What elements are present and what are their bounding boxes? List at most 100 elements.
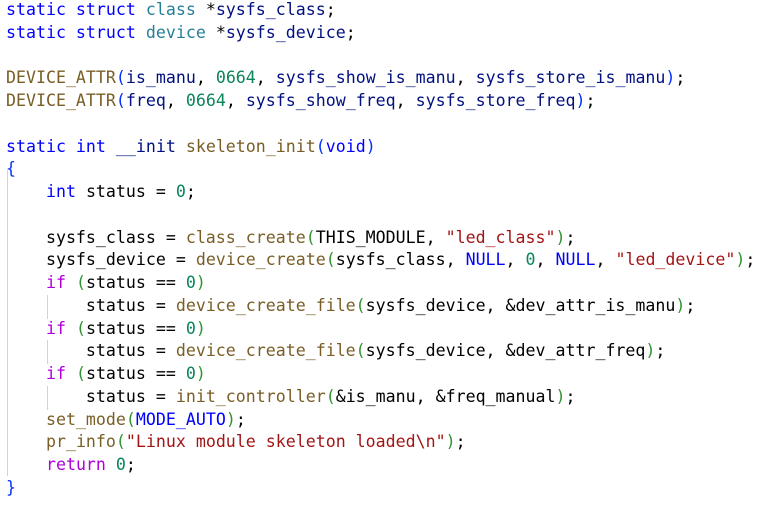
code-token: return <box>45 455 106 474</box>
code-token: device_create_file <box>175 341 356 361</box>
code-token: sysfs_show_freq <box>245 91 396 110</box>
code-token: sysfs_device, &dev_attr_freq <box>365 341 646 361</box>
code-token: ( <box>315 136 326 156</box>
code-token: ) <box>195 318 206 338</box>
code-token: status == <box>85 364 186 383</box>
code-line: status = device_create_file(sysfs_device… <box>6 340 755 363</box>
code-line: static struct device *sysfs_device; <box>6 22 755 45</box>
code-token: DEVICE_ATTR <box>6 68 116 88</box>
code-token: void <box>325 136 366 156</box>
code-token: 0 <box>175 182 186 201</box>
code-token: "Linux module skeleton loaded\n" <box>125 432 446 452</box>
code-line: static int __init skeleton_init(void) <box>6 136 755 159</box>
code-token: ) <box>665 68 676 88</box>
code-token: sysfs_store_freq <box>415 91 576 110</box>
code-token: NULL <box>555 250 596 270</box>
code-token: ) <box>735 250 746 270</box>
code-line: static struct class *sysfs_class; <box>6 0 755 22</box>
code-token: ) <box>645 341 656 361</box>
code-token: ) <box>225 409 236 429</box>
code-token: status = <box>6 341 176 361</box>
code-token: pr_info <box>45 432 116 452</box>
code-token: , <box>255 68 276 88</box>
code-line: } <box>6 477 755 500</box>
code-token: static struct <box>6 22 146 42</box>
code-line: if (status == 0) <box>6 318 755 341</box>
code-line: sysfs_device = device_create(sysfs_class… <box>6 249 755 272</box>
code-token: ) <box>445 432 456 452</box>
code-token: skeleton_init <box>185 136 316 156</box>
code-token: 0664 <box>215 68 256 88</box>
code-token: 0664 <box>185 91 226 110</box>
code-token: device_create_file <box>175 295 356 315</box>
code-token: init_controller <box>175 386 326 406</box>
code-line: DEVICE_ATTR(freq, 0664, sysfs_show_freq,… <box>6 90 755 113</box>
code-token: status == <box>85 318 186 338</box>
code-token: int <box>45 182 76 201</box>
code-token: } <box>6 477 16 497</box>
code-token: , <box>535 250 556 270</box>
code-token: status = <box>6 386 176 406</box>
code-token: 0 <box>525 250 536 270</box>
indent-guide <box>7 170 8 476</box>
code-token: sysfs_class = <box>6 227 186 247</box>
code-token: status = <box>75 182 176 201</box>
code-token: if <box>45 273 66 292</box>
code-token: ) <box>575 91 586 110</box>
code-token: ; <box>345 22 356 42</box>
code-token: 0 <box>185 318 196 338</box>
code-token: device_create <box>195 250 326 270</box>
code-token: __init <box>115 136 186 156</box>
code-token: if <box>45 318 66 338</box>
code-token: status = <box>6 295 176 315</box>
code-token: , <box>195 68 216 88</box>
code-token: ; <box>745 250 756 270</box>
code-line: set_mode(MODE_AUTO); <box>6 409 755 432</box>
code-token: ( <box>75 318 86 338</box>
code-token: "led_device" <box>615 250 736 270</box>
code-token: ; <box>565 227 576 247</box>
code-token: ; <box>655 341 666 361</box>
code-token: ; <box>565 386 576 406</box>
code-token: ; <box>325 0 336 19</box>
code-token: ( <box>355 295 366 315</box>
code-token: sysfs_device = <box>6 250 196 270</box>
code-token: sysfs_class <box>215 0 326 19</box>
code-token: ( <box>115 432 126 452</box>
code-token: sysfs_device <box>225 22 346 42</box>
code-token: sysfs_store_is_manu <box>475 68 666 88</box>
code-token: , <box>505 250 526 270</box>
code-line: DEVICE_ATTR(is_manu, 0664, sysfs_show_is… <box>6 67 755 90</box>
indent-guide <box>47 386 48 410</box>
code-token: ; <box>125 455 136 474</box>
code-token: "led_class" <box>445 227 556 247</box>
code-line: return 0; <box>6 454 755 477</box>
code-token: status == <box>85 273 186 292</box>
code-token: 0 <box>185 273 196 292</box>
code-token: ; <box>585 91 596 110</box>
code-token: ( <box>355 341 366 361</box>
code-token: , <box>165 91 186 110</box>
code-token: ; <box>685 295 696 315</box>
code-token: 0 <box>185 364 196 383</box>
code-token: * <box>195 0 216 19</box>
indent-guide <box>47 295 48 319</box>
code-editor[interactable]: static struct class *sysfs_class; static … <box>6 0 755 500</box>
code-token: , <box>455 68 476 88</box>
code-token: ) <box>195 273 206 292</box>
code-token: ) <box>365 136 376 156</box>
code-token: ( <box>75 364 86 383</box>
code-token: ( <box>115 91 126 110</box>
code-token: MODE_AUTO <box>135 409 226 429</box>
code-line: int status = 0; <box>6 181 755 204</box>
